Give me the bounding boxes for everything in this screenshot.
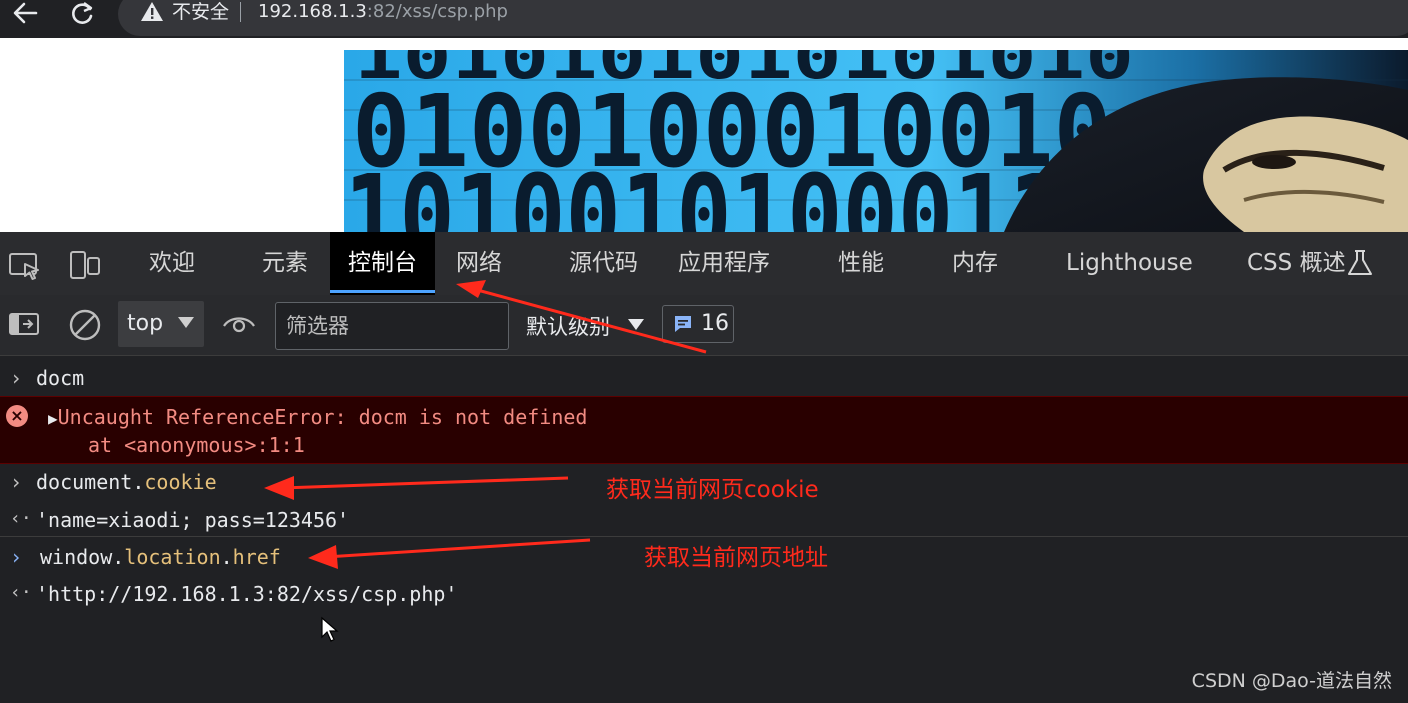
- banner-image: 1010101010101010 0100100010010 101001010…: [344, 50, 1408, 232]
- console-input-text: docm: [36, 366, 85, 390]
- input-chevron-icon: ›: [10, 545, 23, 569]
- tab-sources[interactable]: 源代码: [569, 232, 638, 295]
- console-toolbar: top 默认级别 16: [0, 295, 1408, 356]
- web-page: 1010101010101010 0100100010010 101001010…: [0, 38, 1408, 232]
- tab-console[interactable]: 控制台: [330, 232, 435, 295]
- tab-memory[interactable]: 内存: [952, 232, 998, 295]
- code-object: window.: [40, 545, 125, 569]
- eye-icon[interactable]: [222, 311, 256, 341]
- console-output-text[interactable]: 'name=xiaodi; pass=123456': [36, 508, 349, 532]
- watermark: CSDN @Dao-道法自然: [1191, 670, 1392, 692]
- devtools-tab-bar: 欢迎 元素 控制台 网络 源代码 应用程序 性能 内存 Lighthouse C…: [0, 232, 1408, 295]
- tab-application[interactable]: 应用程序: [678, 232, 770, 295]
- tab-css-overview[interactable]: CSS 概述: [1247, 232, 1346, 295]
- issues-count: 16: [701, 311, 729, 336]
- tab-performance[interactable]: 性能: [838, 232, 884, 295]
- console-input-text: window.location.href: [40, 545, 281, 569]
- flask-icon: [1346, 248, 1374, 278]
- filter-box[interactable]: [275, 302, 509, 350]
- tab-lighthouse[interactable]: Lighthouse: [1066, 232, 1193, 295]
- annotation-cookie: 获取当前网页cookie: [606, 477, 819, 503]
- error-stack-line: at <anonymous>:1:1: [88, 433, 305, 457]
- console-input-text: document.cookie: [36, 470, 217, 494]
- filter-input[interactable]: [284, 311, 498, 341]
- console-output[interactable]: › docm × ▶Uncaught ReferenceError: docm …: [0, 356, 1408, 703]
- expand-triangle-icon[interactable]: ▶: [48, 409, 58, 428]
- mouse-cursor-icon: [321, 616, 339, 642]
- sidebar-toggle-icon[interactable]: [8, 310, 42, 340]
- url-text[interactable]: 192.168.1.3:82/xss/csp.php: [258, 0, 508, 24]
- error-message[interactable]: ▶Uncaught ReferenceError: docm is not de…: [48, 405, 587, 429]
- reload-icon[interactable]: [62, 0, 102, 28]
- browser-toolbar: 不安全 192.168.1.3:82/xss/csp.php: [0, 0, 1408, 38]
- address-divider: [240, 2, 241, 22]
- row-divider: [0, 536, 1408, 537]
- code-dot: .: [220, 545, 233, 569]
- device-toolbar-icon[interactable]: [68, 250, 102, 280]
- clear-console-icon[interactable]: [68, 308, 102, 341]
- console-output-row: ‹· 'http://192.168.1.3:82/xss/csp.php': [0, 582, 1408, 610]
- input-chevron-icon: ›: [10, 470, 23, 494]
- error-icon: ×: [6, 405, 28, 427]
- svg-text:1010010100011: 1010010100011: [344, 152, 1064, 232]
- chevron-down-icon: [178, 317, 194, 328]
- log-level-selector[interactable]: 默认级别: [526, 311, 610, 341]
- console-output-row: ‹· 'name=xiaodi; pass=123456': [0, 508, 1408, 536]
- output-chevron-icon: ‹·: [10, 582, 32, 603]
- context-selector[interactable]: top: [118, 301, 204, 347]
- chevron-down-icon[interactable]: [628, 319, 644, 330]
- code-property: location: [124, 545, 221, 569]
- tab-welcome[interactable]: 欢迎: [149, 232, 195, 295]
- console-input-row: › docm: [0, 366, 1408, 394]
- security-label[interactable]: 不安全: [172, 0, 229, 24]
- warning-icon[interactable]: [140, 0, 164, 24]
- error-message-text: Uncaught ReferenceError: docm is not def…: [57, 405, 588, 429]
- input-chevron-icon: ›: [10, 366, 23, 390]
- issues-button[interactable]: 16: [662, 305, 734, 343]
- context-value: top: [127, 311, 164, 336]
- code-property: cookie: [144, 470, 217, 494]
- inspect-element-icon[interactable]: [8, 250, 42, 280]
- code-object: document.: [36, 470, 145, 494]
- message-icon: [675, 316, 691, 332]
- url-path: :82/xss/csp.php: [366, 1, 508, 22]
- back-icon[interactable]: [6, 0, 46, 28]
- console-output-text[interactable]: 'http://192.168.1.3:82/xss/csp.php': [36, 582, 457, 606]
- console-error-row[interactable]: × ▶Uncaught ReferenceError: docm is not …: [0, 396, 1408, 464]
- annotation-address: 获取当前网页地址: [644, 545, 828, 571]
- tab-network[interactable]: 网络: [456, 232, 502, 295]
- output-chevron-icon: ‹·: [10, 508, 32, 529]
- code-property: href: [232, 545, 281, 569]
- url-host: 192.168.1.3: [258, 1, 367, 22]
- tab-elements[interactable]: 元素: [262, 232, 308, 295]
